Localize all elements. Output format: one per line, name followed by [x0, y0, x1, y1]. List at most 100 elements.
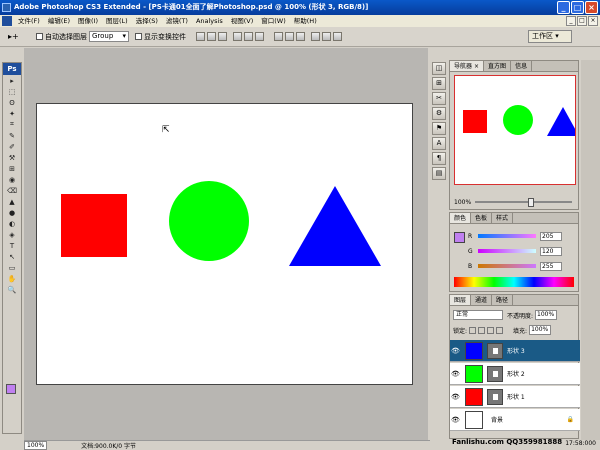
menu-layer[interactable]: 图层(L)	[102, 15, 132, 27]
move-tool-preset-icon[interactable]: ▸+	[8, 32, 30, 41]
navigator-zoom-slider[interactable]	[475, 198, 572, 207]
lock-position-icon[interactable]	[487, 326, 495, 334]
align-hcenter-icon[interactable]	[244, 32, 253, 41]
close-icon[interactable]: ×	[474, 63, 479, 70]
dodge-tool-icon[interactable]: ◐	[3, 218, 21, 229]
close-button[interactable]: ×	[585, 1, 598, 14]
tab-layers[interactable]: 图层	[450, 295, 472, 305]
visibility-eye-icon[interactable]: 👁	[450, 393, 461, 401]
red-value[interactable]: 205	[540, 231, 562, 241]
clone-stamp-tool-icon[interactable]: ⊞	[3, 163, 21, 174]
navigator-dock-icon[interactable]: ◫	[432, 62, 446, 75]
red-slider[interactable]	[478, 234, 536, 238]
visibility-eye-icon[interactable]: 👁	[450, 370, 461, 378]
maximize-button[interactable]: □	[571, 1, 584, 14]
distribute-bottom-icon[interactable]	[296, 32, 305, 41]
navigator-thumbnail[interactable]	[454, 75, 579, 185]
align-bottom-icon[interactable]	[218, 32, 227, 41]
path-selection-tool-icon[interactable]: ↖	[3, 251, 21, 262]
shape-tool-icon[interactable]: ▭	[3, 262, 21, 273]
green-slider[interactable]	[478, 249, 536, 253]
menu-analysis[interactable]: Analysis	[192, 15, 227, 27]
blue-triangle-shape[interactable]	[289, 186, 381, 266]
eraser-tool-icon[interactable]: ⌫	[3, 185, 21, 196]
canvas[interactable]	[36, 103, 413, 385]
brush-tool-icon[interactable]: ⚒	[3, 152, 21, 163]
show-transform-checkbox[interactable]	[135, 33, 142, 40]
color-spectrum-bar[interactable]	[454, 277, 574, 287]
type-tool-icon[interactable]: T	[3, 240, 21, 251]
menu-view[interactable]: 视图(V)	[227, 15, 258, 27]
menu-edit[interactable]: 编辑(E)	[44, 15, 74, 27]
green-value[interactable]: 120	[540, 246, 562, 256]
magic-wand-tool-icon[interactable]: ✦	[3, 108, 21, 119]
blend-mode-dropdown[interactable]: 正常	[453, 310, 503, 320]
tab-info[interactable]: 信息	[511, 61, 533, 71]
blue-slider[interactable]	[478, 264, 536, 268]
healing-brush-tool-icon[interactable]: ✐	[3, 141, 21, 152]
tab-navigator[interactable]: 导航器 ×	[450, 61, 485, 71]
distribute-left-icon[interactable]	[311, 32, 320, 41]
menu-image[interactable]: 图像(I)	[74, 15, 102, 27]
doc-close-button[interactable]: ×	[588, 16, 598, 26]
blur-tool-icon[interactable]: ●	[3, 207, 21, 218]
distribute-top-icon[interactable]	[274, 32, 283, 41]
paragraph-dock-icon[interactable]: ¶	[432, 152, 446, 165]
tab-paths[interactable]: 路径	[492, 295, 514, 305]
lock-pixels-icon[interactable]	[478, 326, 486, 334]
tab-swatches[interactable]: 色板	[471, 213, 493, 223]
crop-tool-icon[interactable]: ⌗	[3, 119, 21, 130]
move-tool-icon[interactable]: ▸	[3, 75, 21, 86]
lasso-tool-icon[interactable]: ʘ	[3, 97, 21, 108]
green-circle-shape[interactable]	[169, 181, 249, 261]
visibility-eye-icon[interactable]: 👁	[450, 416, 461, 424]
doc-restore-button[interactable]: □	[577, 16, 587, 26]
layer-row-shape3[interactable]: 👁 形状 3	[450, 340, 580, 362]
menu-window[interactable]: 窗口(W)	[257, 15, 290, 27]
visibility-eye-icon[interactable]: 👁	[450, 347, 461, 355]
navigator-zoom-value[interactable]: 100%	[454, 199, 471, 206]
align-right-icon[interactable]	[255, 32, 264, 41]
workspace-button[interactable]: 工作区 ▾	[528, 30, 572, 43]
tab-styles[interactable]: 样式	[492, 213, 514, 223]
distribute-right-icon[interactable]	[333, 32, 342, 41]
history-brush-tool-icon[interactable]: ◉	[3, 174, 21, 185]
lock-transparency-icon[interactable]	[469, 326, 477, 334]
align-left-icon[interactable]	[233, 32, 242, 41]
align-top-icon[interactable]	[196, 32, 205, 41]
layer-row-background[interactable]: 👁 背景 🔒	[450, 409, 580, 431]
pen-tool-icon[interactable]: ◈	[3, 229, 21, 240]
auto-select-checkbox[interactable]	[36, 33, 43, 40]
tab-histogram[interactable]: 直方图	[484, 61, 512, 71]
lock-all-icon[interactable]	[496, 326, 504, 334]
zoom-level[interactable]: 100%	[24, 441, 48, 450]
actions-dock-icon[interactable]: ⚙	[432, 107, 446, 120]
menu-select[interactable]: 选择(S)	[132, 15, 162, 27]
red-square-shape[interactable]	[61, 194, 127, 257]
foreground-color-swatch[interactable]	[6, 384, 16, 394]
distribute-vcenter-icon[interactable]	[285, 32, 294, 41]
layer-comps-dock-icon[interactable]: ▤	[432, 167, 446, 180]
fill-input[interactable]: 100%	[529, 325, 552, 335]
auto-select-dropdown[interactable]: Group	[89, 31, 129, 42]
hand-tool-icon[interactable]: ✋	[3, 273, 21, 284]
marquee-tool-icon[interactable]: ⬚	[3, 86, 21, 97]
menu-filter[interactable]: 滤镜(T)	[162, 15, 192, 27]
doc-minimize-button[interactable]: _	[566, 16, 576, 26]
menu-file[interactable]: 文件(F)	[14, 15, 44, 27]
tab-channels[interactable]: 通道	[471, 295, 493, 305]
layer-row-shape2[interactable]: 👁 形状 2	[450, 363, 580, 385]
tool-presets-dock-icon[interactable]: ✂	[432, 92, 446, 105]
gradient-tool-icon[interactable]: ▲	[3, 196, 21, 207]
tab-color[interactable]: 颜色	[450, 213, 472, 223]
eyedropper-tool-icon[interactable]: ✎	[3, 130, 21, 141]
layer-row-shape1[interactable]: 👁 形状 1	[450, 386, 580, 408]
minimize-button[interactable]: _	[557, 1, 570, 14]
blue-value[interactable]: 255	[540, 261, 562, 271]
menu-help[interactable]: 帮助(H)	[290, 15, 321, 27]
distribute-hcenter-icon[interactable]	[322, 32, 331, 41]
history-dock-icon[interactable]: ⊞	[432, 77, 446, 90]
character-dock-icon[interactable]: A	[432, 137, 446, 150]
color-fg-swatch[interactable]	[454, 232, 465, 243]
clone-source-dock-icon[interactable]: ⚑	[432, 122, 446, 135]
